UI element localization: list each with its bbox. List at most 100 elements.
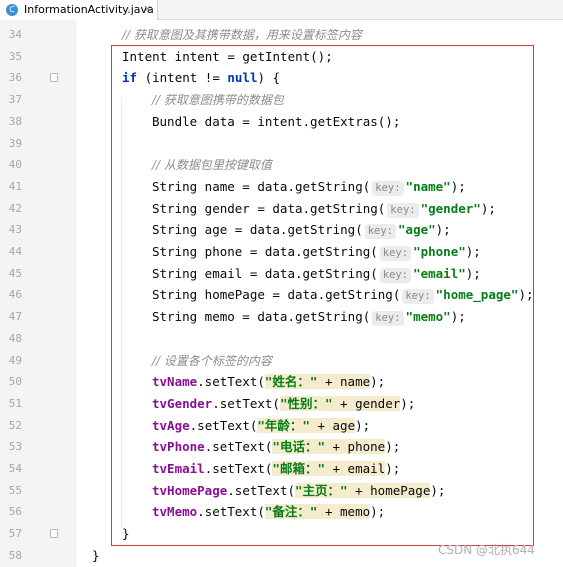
code-line[interactable]: 36 if (intent != null) { bbox=[0, 67, 563, 89]
code-token: .setText( bbox=[204, 439, 273, 455]
line-number: 47 bbox=[8, 310, 22, 324]
line-number: 42 bbox=[8, 201, 22, 215]
code-token: (intent != bbox=[137, 70, 228, 86]
code-line[interactable]: 49 // 设置各个标签的内容 bbox=[0, 350, 563, 372]
code-token: "name" bbox=[405, 178, 451, 194]
code-token: } bbox=[92, 547, 100, 563]
code-token: + age bbox=[309, 417, 356, 433]
line-number: 54 bbox=[8, 462, 22, 475]
code-line[interactable]: 54 tvEmail.setText("邮箱：" + email); bbox=[0, 458, 563, 480]
code-token: String phone = data.getString( bbox=[152, 244, 378, 259]
code-text: String phone = data.getString(key: "phone… bbox=[152, 241, 481, 263]
code-token: .setText( bbox=[212, 395, 280, 411]
line-number: 58 bbox=[8, 548, 22, 562]
code-line[interactable]: 48 bbox=[0, 328, 563, 350]
file-tab[interactable]: C InformationActivity.java × bbox=[0, 0, 158, 20]
code-token: + memo bbox=[317, 504, 371, 520]
code-token: Bundle data = intent.getExtras(); bbox=[152, 113, 401, 129]
code-text: Bundle data = intent.getExtras(); bbox=[152, 111, 400, 133]
code-token: "phone" bbox=[413, 244, 466, 259]
editor-tab-bar: C InformationActivity.java × bbox=[0, 0, 563, 20]
code-line[interactable]: 51 tvGender.setText("性别：" + gender); bbox=[0, 393, 563, 415]
line-number: 36 bbox=[8, 71, 22, 85]
code-token: .setText( bbox=[227, 482, 295, 498]
code-text: tvGender.setText("性别：" + gender); bbox=[152, 393, 415, 415]
line-number: 49 bbox=[8, 353, 22, 367]
code-token: ); bbox=[355, 417, 371, 433]
file-tab-label: InformationActivity.java bbox=[24, 3, 154, 16]
line-number: 57 bbox=[8, 527, 22, 541]
code-token: String memo = data.getString( bbox=[152, 309, 371, 325]
code-line[interactable]: 39 bbox=[0, 133, 563, 155]
code-line[interactable]: 52 tvAge.setText("年龄：" + age); bbox=[0, 415, 563, 437]
code-token: String name = data.getString( bbox=[152, 178, 371, 194]
fold-marker-icon[interactable] bbox=[50, 529, 58, 539]
code-line[interactable]: 37 // 获取意图携带的数据包 bbox=[0, 89, 563, 111]
code-line[interactable]: 55 tvHomePage.setText("主页：" + homePage); bbox=[0, 480, 563, 502]
line-number: 44 bbox=[8, 245, 22, 258]
code-line[interactable]: 34 // 获取意图及其携带数据，用来设置标签内容 bbox=[0, 24, 563, 46]
code-token: .setText( bbox=[197, 374, 265, 390]
code-token: "邮箱：" bbox=[272, 461, 325, 476]
code-line[interactable]: 50 tvName.setText("姓名：" + name); bbox=[0, 371, 563, 393]
code-token: String gender = data.getString( bbox=[152, 200, 386, 216]
code-line[interactable]: 40 // 从数据包里按键取值 bbox=[0, 154, 563, 176]
code-line[interactable]: 47 String memo = data.getString(key: "memo… bbox=[0, 306, 563, 328]
code-text: String age = data.getString(key: "age"); bbox=[152, 219, 451, 241]
code-line[interactable]: 43 String age = data.getString(key: "age")… bbox=[0, 219, 563, 241]
code-line[interactable]: 56 tvMemo.setText("备注：" + memo); bbox=[0, 501, 563, 523]
fold-marker-icon[interactable] bbox=[50, 73, 58, 83]
code-token: tvHomePage bbox=[152, 482, 228, 498]
code-line[interactable]: 38 Bundle data = intent.getExtras(); bbox=[0, 111, 563, 133]
code-token: ); bbox=[450, 178, 466, 194]
parameter-hint: key: bbox=[372, 311, 404, 327]
code-token: // 获取意图及其携带数据，用来设置标签内容 bbox=[122, 28, 362, 42]
parameter-hint: key: bbox=[364, 224, 397, 240]
code-token: ); bbox=[385, 461, 401, 476]
line-number: 43 bbox=[8, 223, 22, 237]
code-token: "姓名：" bbox=[264, 374, 318, 390]
code-token: ) { bbox=[257, 70, 281, 86]
line-number: 35 bbox=[8, 49, 22, 63]
code-text: } bbox=[92, 545, 100, 567]
code-token: ); bbox=[370, 374, 386, 390]
code-token: tvMemo bbox=[152, 504, 198, 520]
code-text: String gender = data.getString(key: "gend… bbox=[152, 198, 496, 220]
code-line[interactable]: 41 String name = data.getString(key: "name… bbox=[0, 176, 563, 198]
code-token: Intent intent = getIntent(); bbox=[122, 48, 333, 64]
code-token: ); bbox=[518, 287, 534, 303]
code-token: ); bbox=[385, 439, 401, 455]
code-text: } bbox=[122, 523, 130, 545]
code-token: tvPhone bbox=[152, 439, 205, 455]
code-token: "电话：" bbox=[272, 439, 325, 455]
code-text: // 从数据包里按键取值 bbox=[152, 154, 272, 177]
line-number: 51 bbox=[8, 396, 22, 410]
code-token: + name bbox=[317, 374, 371, 390]
code-token: ); bbox=[370, 504, 386, 520]
code-text: // 获取意图及其携带数据，用来设置标签内容 bbox=[122, 24, 362, 47]
code-line[interactable]: 42 String gender = data.getString(key: "ge… bbox=[0, 198, 563, 220]
code-text: // 获取意图携带的数据包 bbox=[152, 89, 284, 112]
line-number: 40 bbox=[8, 158, 22, 172]
code-token: + phone bbox=[324, 439, 386, 455]
code-token: } bbox=[122, 526, 130, 542]
code-line[interactable]: 53 tvPhone.setText("电话：" + phone); bbox=[0, 436, 563, 458]
code-line[interactable]: 46 String homePage = data.getString(key: "… bbox=[0, 284, 563, 306]
code-token: ); bbox=[480, 200, 496, 216]
parameter-hint: key: bbox=[372, 180, 404, 196]
code-line[interactable]: 35 Intent intent = getIntent(); bbox=[0, 46, 563, 68]
code-token: ); bbox=[400, 395, 416, 411]
line-number: 45 bbox=[8, 266, 22, 280]
line-number: 48 bbox=[8, 331, 22, 345]
code-token: tvAge bbox=[152, 417, 190, 433]
code-text: String email = data.getString(key: "email… bbox=[152, 263, 481, 285]
indent-guide bbox=[121, 97, 122, 528]
code-line[interactable]: 44 String phone = data.getString(key: "pho… bbox=[0, 241, 563, 263]
code-token: String homePage = data.getString( bbox=[152, 287, 401, 303]
code-line[interactable]: 45 String email = data.getString(key: "ema… bbox=[0, 263, 563, 285]
parameter-hint: key: bbox=[379, 246, 412, 261]
code-text: tvPhone.setText("电话：" + phone); bbox=[152, 436, 400, 458]
line-number: 56 bbox=[8, 505, 22, 519]
code-text: tvMemo.setText("备注：" + memo); bbox=[152, 501, 385, 523]
close-icon[interactable]: × bbox=[143, 2, 152, 15]
